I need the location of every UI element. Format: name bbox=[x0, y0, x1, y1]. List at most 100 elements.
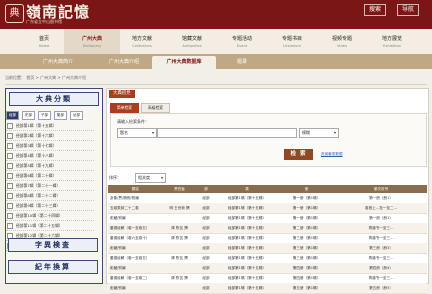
list-item[interactable]: 经部第1辑（第十五辑） bbox=[6, 122, 94, 131]
checkbox-icon[interactable] bbox=[7, 223, 13, 229]
tab-simple-search[interactable]: 简单检索 bbox=[110, 103, 139, 113]
nav-item-video[interactable]: 视频专题 Video bbox=[314, 29, 370, 54]
column-header[interactable]: 部 bbox=[196, 185, 216, 193]
nav-item-exhibition[interactable]: 地方展览 Exhibition bbox=[364, 29, 420, 54]
cell-category: 经部第1辑（第十五辑） bbox=[227, 286, 267, 290]
list-item[interactable]: 经部第8辑（第二十二辑） bbox=[6, 192, 94, 201]
subtab-intro[interactable]: 广州大典简介 bbox=[20, 56, 96, 69]
cell-title[interactable]: 彭藏/别编 bbox=[108, 243, 163, 253]
cell-title[interactable]: 董澳经解（卷一至卷五） bbox=[108, 223, 163, 233]
cell-author: 明 王世祯 撰 bbox=[169, 206, 190, 210]
category-tab[interactable]: 子部 bbox=[38, 111, 51, 120]
column-header[interactable]: 册 bbox=[278, 185, 335, 193]
cell-section: 经部 bbox=[202, 196, 210, 200]
list-item[interactable]: 经部第3辑（第十七辑） bbox=[6, 142, 94, 151]
category-tab[interactable]: 丛部 bbox=[70, 111, 83, 120]
cell-section: 经部 bbox=[202, 216, 210, 220]
cell-title[interactable]: 董澳经解（卷一至卷五） bbox=[108, 253, 163, 263]
cell-category: 经部第1辑（第十五辑） bbox=[227, 246, 267, 250]
catalog-data-link[interactable]: 查阅著录数据 bbox=[321, 152, 343, 157]
cell-category: 经部第1辑（第十五辑） bbox=[227, 276, 267, 280]
column-header[interactable]: 册次页号 bbox=[335, 185, 427, 193]
cell-section: 经部 bbox=[202, 256, 210, 260]
nav-item-event[interactable]: 专题活动 Event bbox=[214, 29, 270, 54]
nav-item-collections[interactable]: 地方文献 Collections bbox=[114, 29, 170, 54]
section-title-era-conversion[interactable]: 紀年換算 bbox=[8, 260, 98, 274]
cell-volume: 第一册（第1辑） bbox=[292, 216, 321, 220]
column-header[interactable]: 责任者 bbox=[163, 185, 196, 193]
list-item[interactable]: 经部第11辑（第二十五辑） bbox=[6, 222, 94, 231]
section-title-character-check[interactable]: 字異検査 bbox=[8, 238, 98, 252]
cell-title[interactable]: 董澳经解（卷一至卷二） bbox=[108, 273, 163, 283]
cell-title[interactable]: 玉组类辞二十二卷 bbox=[108, 203, 163, 213]
cell-title[interactable]: 彭藏/别编 bbox=[108, 263, 163, 273]
tab-advanced-search[interactable]: 高级检索 bbox=[141, 103, 170, 113]
subtab-database[interactable]: 广州大典数据库 bbox=[152, 56, 216, 69]
cell-author: 清 陈瓦 撰 bbox=[171, 226, 188, 230]
cell-title[interactable]: 董澳经解（卷六至卷十） bbox=[108, 233, 163, 243]
checkbox-icon[interactable] bbox=[7, 143, 13, 149]
nav-item-antiquities[interactable]: 馆藏文献 Antiquities bbox=[164, 29, 220, 54]
cell-section: 经部 bbox=[202, 206, 210, 210]
category-tab[interactable]: 史部 bbox=[22, 111, 35, 120]
cell-category: 经部第1辑（第十五辑） bbox=[227, 256, 267, 260]
category-tab[interactable]: 经部 bbox=[6, 111, 19, 120]
subtab-overview[interactable]: 广州大典介绍 bbox=[96, 56, 152, 69]
table-row[interactable]: 彭藏/别编 经部 经部第1辑（第十五辑） 第五册（第1辑） 第五册（册5） bbox=[108, 283, 427, 294]
field-select[interactable]: 题名 ▾ bbox=[117, 128, 157, 138]
checkbox-icon[interactable] bbox=[7, 133, 13, 139]
nav-item-dictionary[interactable]: 广州大典 Dictionary bbox=[64, 29, 120, 54]
list-item[interactable]: 经部第7辑（第二十一辑） bbox=[6, 182, 94, 191]
checkbox-icon[interactable] bbox=[7, 123, 13, 129]
list-item[interactable]: 经部第9辑（第二十三辑） bbox=[6, 202, 94, 211]
navigation-button[interactable]: 导航 bbox=[397, 4, 420, 16]
nav-item-literature[interactable]: 专题书目 Literature bbox=[264, 29, 320, 54]
column-header[interactable]: 题名 bbox=[108, 185, 163, 193]
match-select[interactable]: 模糊 ▾ bbox=[299, 128, 339, 138]
checkbox-icon[interactable] bbox=[7, 173, 13, 179]
checkbox-icon[interactable] bbox=[7, 153, 13, 159]
cell-volume: 第三册（第1辑） bbox=[292, 246, 321, 250]
list-item-label: 经部第4辑（第十八辑） bbox=[16, 153, 57, 158]
nav-label-en: Literature bbox=[283, 44, 301, 48]
list-item[interactable]: 经部第2辑（第十六辑） bbox=[6, 132, 94, 141]
list-item-label: 经部第11辑（第二十五辑） bbox=[16, 223, 63, 228]
checkbox-icon[interactable] bbox=[7, 183, 13, 189]
nav-label: 广州大典 bbox=[81, 36, 102, 42]
logo-icon: 典 bbox=[5, 4, 24, 23]
sort-label: 排序： bbox=[109, 175, 121, 180]
checkbox-icon[interactable] bbox=[7, 163, 13, 169]
keyword-input[interactable] bbox=[157, 128, 297, 138]
list-item[interactable]: 经部第5辑（第十九辑） bbox=[6, 162, 94, 171]
checkbox-icon[interactable] bbox=[7, 193, 13, 199]
site-subtitle: 广东省立中山图书馆 bbox=[26, 19, 62, 24]
cell-page: 再道书一至三... bbox=[368, 256, 394, 260]
list-item-label: 经部第2辑（第十六辑） bbox=[16, 133, 57, 138]
cell-author: 清 陈瓦 撰 bbox=[171, 236, 188, 240]
cell-volume: 第三册（第1辑） bbox=[292, 236, 321, 240]
sort-select[interactable]: 相关度 ▾ bbox=[135, 173, 166, 183]
category-tab[interactable]: 集部 bbox=[54, 111, 67, 120]
search-submit-button[interactable]: 检 索 bbox=[284, 149, 313, 160]
list-item[interactable]: 经部第4辑（第十八辑） bbox=[6, 152, 94, 161]
cell-title[interactable]: 卦象/贾/随例/别编 bbox=[108, 193, 163, 203]
cell-page: 再道书一至三... bbox=[368, 226, 394, 230]
nav-label: 专题书目 bbox=[281, 36, 302, 42]
nav-label: 馆藏文献 bbox=[181, 36, 202, 42]
cell-title[interactable]: 彭藏/别编 bbox=[108, 213, 163, 223]
subtab-records[interactable]: 题录 bbox=[220, 56, 264, 69]
search-button[interactable]: 搜索 bbox=[364, 4, 387, 16]
cell-author bbox=[163, 193, 196, 203]
cell-title[interactable]: 彭藏/别编 bbox=[108, 283, 163, 293]
column-header[interactable]: 类 bbox=[216, 185, 278, 193]
checkbox-icon[interactable] bbox=[7, 213, 13, 219]
nav-label-en: Dictionary bbox=[82, 44, 102, 48]
section-title-classification[interactable]: 大典分類 bbox=[9, 92, 99, 106]
list-item[interactable]: 经部第6辑（第二十辑） bbox=[6, 172, 94, 181]
cell-category: 经部第1辑（第十五辑） bbox=[227, 206, 267, 210]
sort-select-value: 相关度 bbox=[138, 175, 150, 180]
cell-category: 经部第1辑（第十五辑） bbox=[227, 266, 267, 270]
list-item[interactable]: 经部第10辑（第二十四辑） bbox=[6, 212, 94, 221]
checkbox-icon[interactable] bbox=[7, 203, 13, 209]
list-item-label: 经部第6辑（第二十辑） bbox=[16, 173, 57, 178]
